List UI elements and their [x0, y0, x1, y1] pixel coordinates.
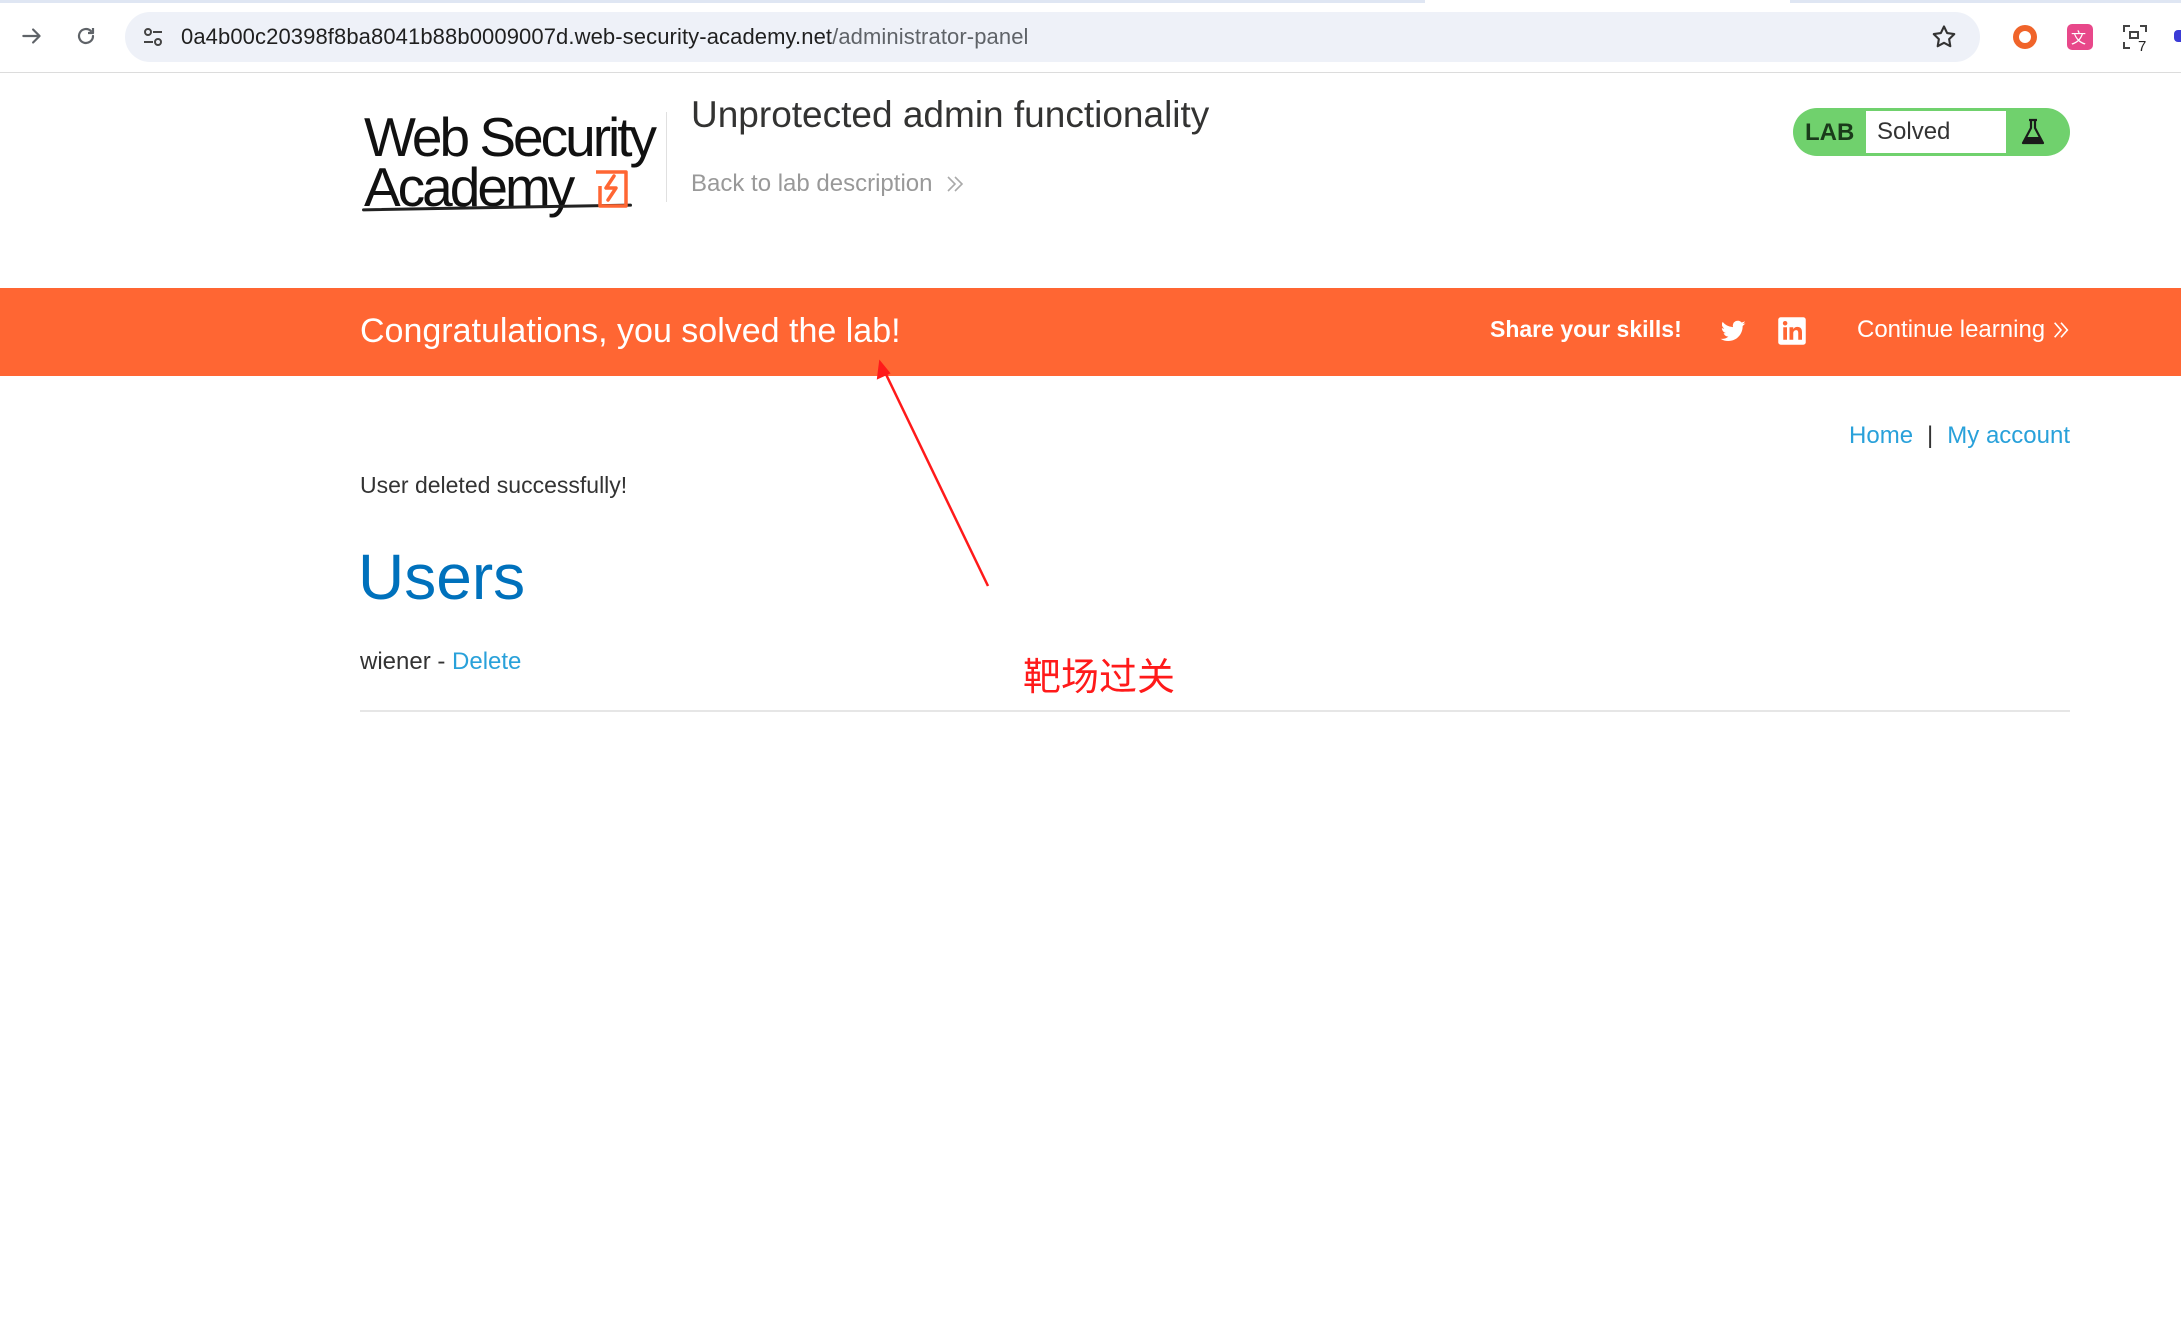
reload-button[interactable] — [68, 18, 104, 54]
annotation-label: 靶场过关 — [1023, 655, 1176, 699]
solved-message: Congratulations, you solved the lab! — [360, 312, 901, 350]
svg-text:文: 文 — [2071, 29, 2086, 47]
url-host: 0a4b00c20398f8ba8041b88b0009007d.web-sec… — [181, 24, 833, 49]
url-path: /administrator-panel — [832, 24, 1029, 49]
arrow-right-icon — [22, 28, 41, 44]
continue-learning-label: Continue learning — [1857, 316, 2046, 343]
lab-status-badge: LAB Solved — [1793, 108, 2070, 156]
forward-button[interactable] — [14, 18, 50, 54]
site-info-icon[interactable] — [141, 25, 165, 49]
content-divider — [360, 710, 2070, 712]
user-row: wiener - Delete — [360, 648, 521, 676]
back-to-description-link[interactable]: Back to lab description — [691, 170, 966, 198]
twitter-icon[interactable] — [1718, 316, 1748, 346]
user-row-separator: - — [430, 648, 453, 675]
my-account-link[interactable]: My account — [1947, 422, 2070, 449]
web-security-academy-logo[interactable]: Web Security Academy — [360, 106, 660, 216]
annotation-arrow — [876, 359, 990, 587]
nav-separator: | — [1927, 422, 1934, 449]
loading-indicator-right — [1790, 0, 2181, 3]
solved-banner: Congratulations, you solved the lab! Sha… — [0, 288, 2181, 376]
extension-badge-count: 7 — [2138, 38, 2147, 55]
page-content: Web Security Academy Unprotected admin f… — [0, 72, 2181, 1331]
url-text[interactable]: 0a4b00c20398f8ba8041b88b0009007d.web-sec… — [181, 24, 1029, 50]
profile-edge-icon[interactable] — [2174, 30, 2181, 42]
loading-indicator — [0, 0, 1425, 3]
double-chevron-right-icon — [2054, 322, 2069, 338]
address-bar[interactable]: 0a4b00c20398f8ba8041b88b0009007d.web-sec… — [125, 12, 1980, 62]
users-heading: Users — [358, 541, 526, 613]
linkedin-icon[interactable] — [1777, 316, 1807, 346]
share-skills-label: Share your skills! — [1490, 316, 1682, 342]
back-link-label: Back to lab description — [691, 170, 933, 197]
home-link[interactable]: Home — [1849, 422, 1913, 449]
extension-record-icon[interactable] — [2010, 22, 2040, 52]
logo-lightning-icon — [596, 170, 628, 208]
continue-learning-link[interactable]: Continue learning — [1857, 316, 2071, 344]
user-name: wiener — [360, 648, 431, 675]
lab-title: Unprotected admin functionality — [691, 94, 1210, 135]
result-message: User deleted successfully! — [360, 472, 628, 498]
lab-status-text: Solved — [1877, 118, 1951, 145]
reload-icon — [77, 27, 95, 45]
top-nav-links: Home | My account — [1840, 422, 2070, 450]
flask-icon — [2021, 118, 2045, 145]
bookmark-star-icon[interactable] — [1930, 23, 1958, 51]
header-divider — [666, 112, 667, 202]
lab-badge-label: LAB — [1805, 119, 1855, 146]
delete-user-link[interactable]: Delete — [452, 648, 521, 675]
double-chevron-right-icon — [947, 176, 964, 192]
extension-translate-icon[interactable]: 文 — [2065, 22, 2095, 52]
browser-toolbar: 0a4b00c20398f8ba8041b88b0009007d.web-sec… — [0, 0, 2181, 73]
